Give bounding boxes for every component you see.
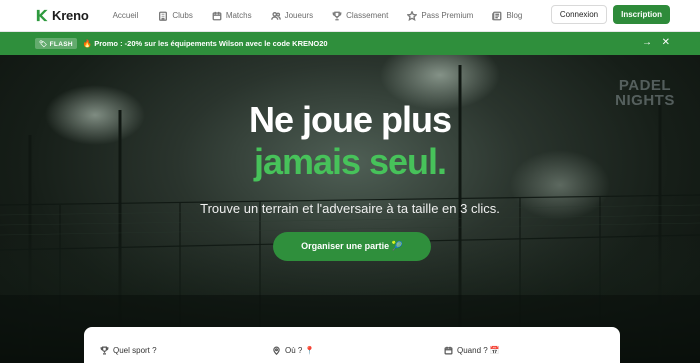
signup-button[interactable]: Inscription [613, 5, 670, 24]
map-pin-icon [273, 346, 280, 355]
nav-item-accueil[interactable]: Accueil [113, 11, 139, 20]
brand-logo[interactable]: Kreno [35, 8, 89, 23]
promo-banner: 🏷 FLASH 🔥 Promo : -20% sur les équipemen… [0, 32, 700, 55]
star-icon [407, 10, 418, 21]
building-icon [159, 11, 168, 21]
nav-item-label: Classement [346, 11, 389, 20]
sport-field-label: Quel sport ? [113, 346, 157, 355]
hero-section: PADEL NIGHTS Ne joue plus jamais seul. T… [0, 55, 700, 363]
nav-item-matchs[interactable]: Matchs [212, 11, 252, 21]
nav-item-classement[interactable]: Classement [332, 11, 388, 21]
location-field[interactable]: Où ? 📍 [272, 346, 315, 355]
organize-match-button[interactable]: Organiser une partie 🎾 [273, 232, 431, 261]
nav-item-label: Pass Premium [421, 11, 474, 20]
sport-field[interactable]: Quel sport ? [100, 346, 157, 355]
date-field-label: Quand ? 📅 [457, 346, 500, 355]
nav-item-label: Matchs [225, 11, 252, 20]
nav-item-label: Accueil [112, 11, 139, 20]
location-field-label: Où ? 📍 [285, 346, 315, 355]
trophy-icon [332, 11, 342, 20]
calendar-icon [444, 346, 453, 355]
promo-text: 🔥 Promo : -20% sur les équipements Wilso… [82, 39, 328, 48]
nav-item-label: Blog [506, 11, 523, 20]
close-icon[interactable]: ✕ [662, 37, 670, 48]
newspaper-icon [492, 11, 502, 20]
calendar-icon [212, 11, 222, 20]
top-navbar: Kreno Accueil Clubs Matchs Joueurs Class… [0, 0, 700, 32]
nav-item-label: Joueurs [284, 11, 314, 20]
date-field[interactable]: Quand ? 📅 [444, 346, 500, 355]
hero-title: Ne joue plus [248, 99, 452, 140]
arrow-right-icon[interactable]: → [642, 37, 652, 48]
hero-title-accent: jamais seul. [253, 141, 447, 182]
nav-item-blog[interactable]: Blog [492, 11, 522, 21]
brand-name: Kreno [52, 8, 89, 23]
flash-badge: 🏷 FLASH [35, 38, 77, 49]
nav-item-joueurs[interactable]: Joueurs [270, 11, 314, 21]
users-icon [270, 11, 281, 20]
kreno-logo-icon [36, 9, 48, 22]
search-card: Quel sport ? Où ? 📍 Quand ? 📅 [84, 327, 620, 363]
nav-item-clubs[interactable]: Clubs [158, 11, 193, 21]
nav-item-label: Clubs [172, 11, 193, 20]
trophy-icon [100, 346, 109, 355]
hero-subtitle: Trouve un terrain et l'adversaire à ta t… [200, 201, 500, 216]
login-button[interactable]: Connexion [550, 5, 608, 24]
nav-item-pass-premium[interactable]: Pass Premium [407, 10, 474, 21]
